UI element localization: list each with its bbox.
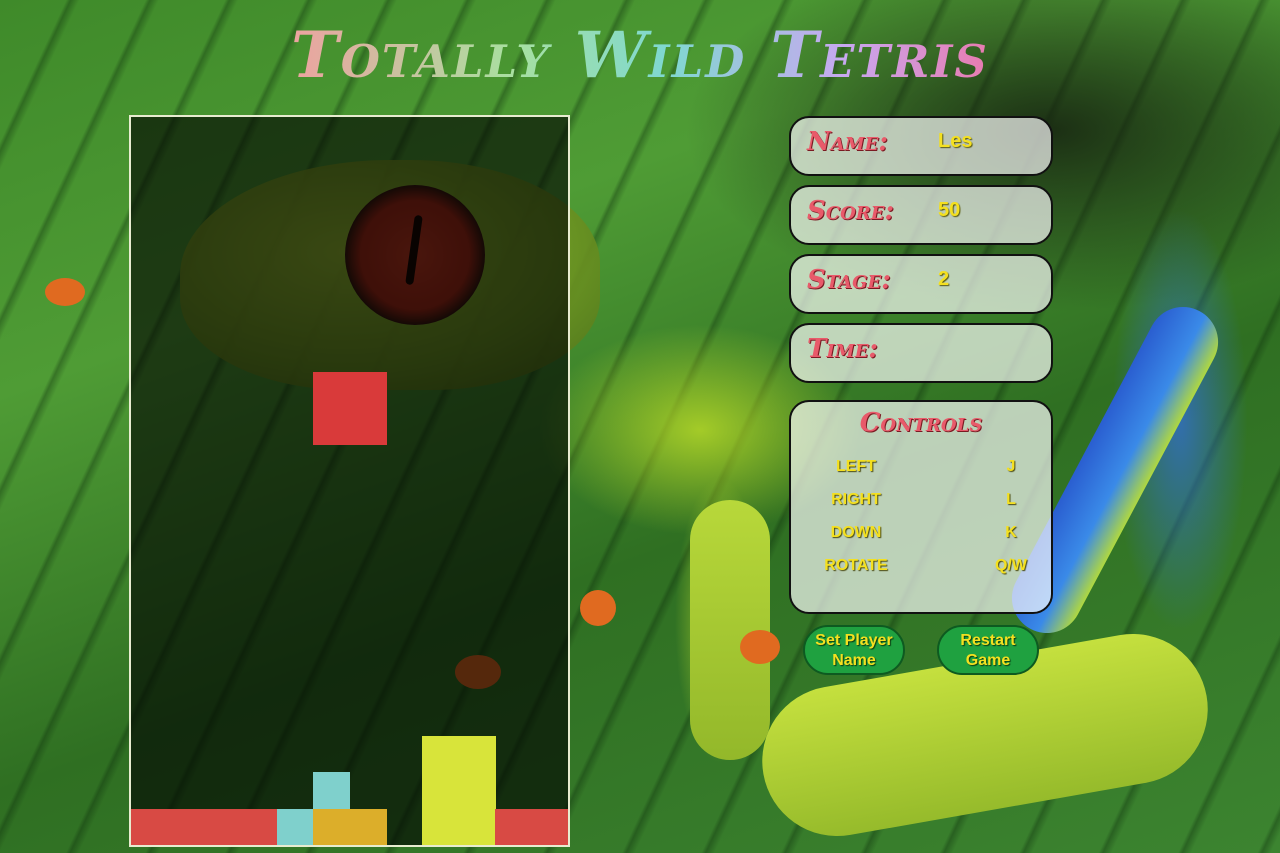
player-name-value: Les: [938, 130, 973, 152]
control-row-down: DOWN K: [791, 524, 1051, 548]
control-key: L: [1006, 491, 1016, 508]
locked-block: [313, 772, 351, 810]
locked-block: [458, 735, 496, 773]
control-action: DOWN: [830, 524, 882, 541]
player-name-panel: Name: Les: [789, 116, 1053, 176]
control-key: K: [1005, 524, 1017, 541]
locked-block: [349, 808, 387, 845]
set-player-name-button[interactable]: Set Player Name: [803, 625, 905, 675]
control-row-right: RIGHT L: [791, 491, 1051, 515]
falling-piece-block: [313, 371, 351, 409]
background-frog-toe: [740, 630, 780, 664]
time-label: Time:: [807, 334, 879, 364]
score-panel: Score: 50: [789, 185, 1053, 245]
control-row-rotate: ROTATE Q/W: [791, 557, 1051, 581]
falling-piece-block: [349, 408, 387, 446]
control-key: Q/W: [995, 557, 1027, 574]
locked-block: [458, 772, 496, 810]
background-frog-toe: [580, 590, 616, 626]
locked-block: [531, 808, 568, 845]
control-action: ROTATE: [824, 557, 888, 574]
control-action: RIGHT: [831, 491, 881, 508]
locked-block: [422, 735, 460, 773]
restart-game-button[interactable]: Restart Game: [937, 625, 1039, 675]
game-title: Totally Wild Tetris: [0, 18, 1280, 93]
controls-title: Controls: [859, 408, 983, 438]
player-name-label: Name:: [807, 127, 888, 157]
locked-block: [276, 808, 314, 845]
stage-value: 2: [938, 268, 950, 290]
falling-piece-block: [313, 408, 351, 446]
tetris-board[interactable]: [129, 115, 570, 847]
locked-block: [313, 808, 351, 845]
background-frog-toe: [45, 278, 85, 306]
falling-piece-block: [349, 371, 387, 409]
controls-panel: Controls LEFT J RIGHT L DOWN K ROTATE Q/…: [789, 400, 1053, 614]
stage-panel: Stage: 2: [789, 254, 1053, 314]
locked-block: [203, 808, 241, 845]
time-panel: Time:: [789, 323, 1053, 383]
locked-block: [240, 808, 278, 845]
control-key: J: [1006, 458, 1016, 475]
locked-block: [458, 808, 496, 845]
control-action: LEFT: [836, 458, 876, 475]
locked-block: [422, 772, 460, 810]
locked-block: [167, 808, 205, 845]
game-background: Totally Wild Tetris Name: Les Score: 50 …: [0, 0, 1280, 853]
locked-block: [422, 808, 460, 845]
score-value: 50: [938, 199, 961, 221]
locked-block: [495, 808, 533, 845]
locked-block: [131, 808, 168, 845]
stage-label: Stage:: [807, 265, 891, 295]
score-label: Score:: [807, 196, 895, 226]
control-row-left: LEFT J: [791, 458, 1051, 482]
